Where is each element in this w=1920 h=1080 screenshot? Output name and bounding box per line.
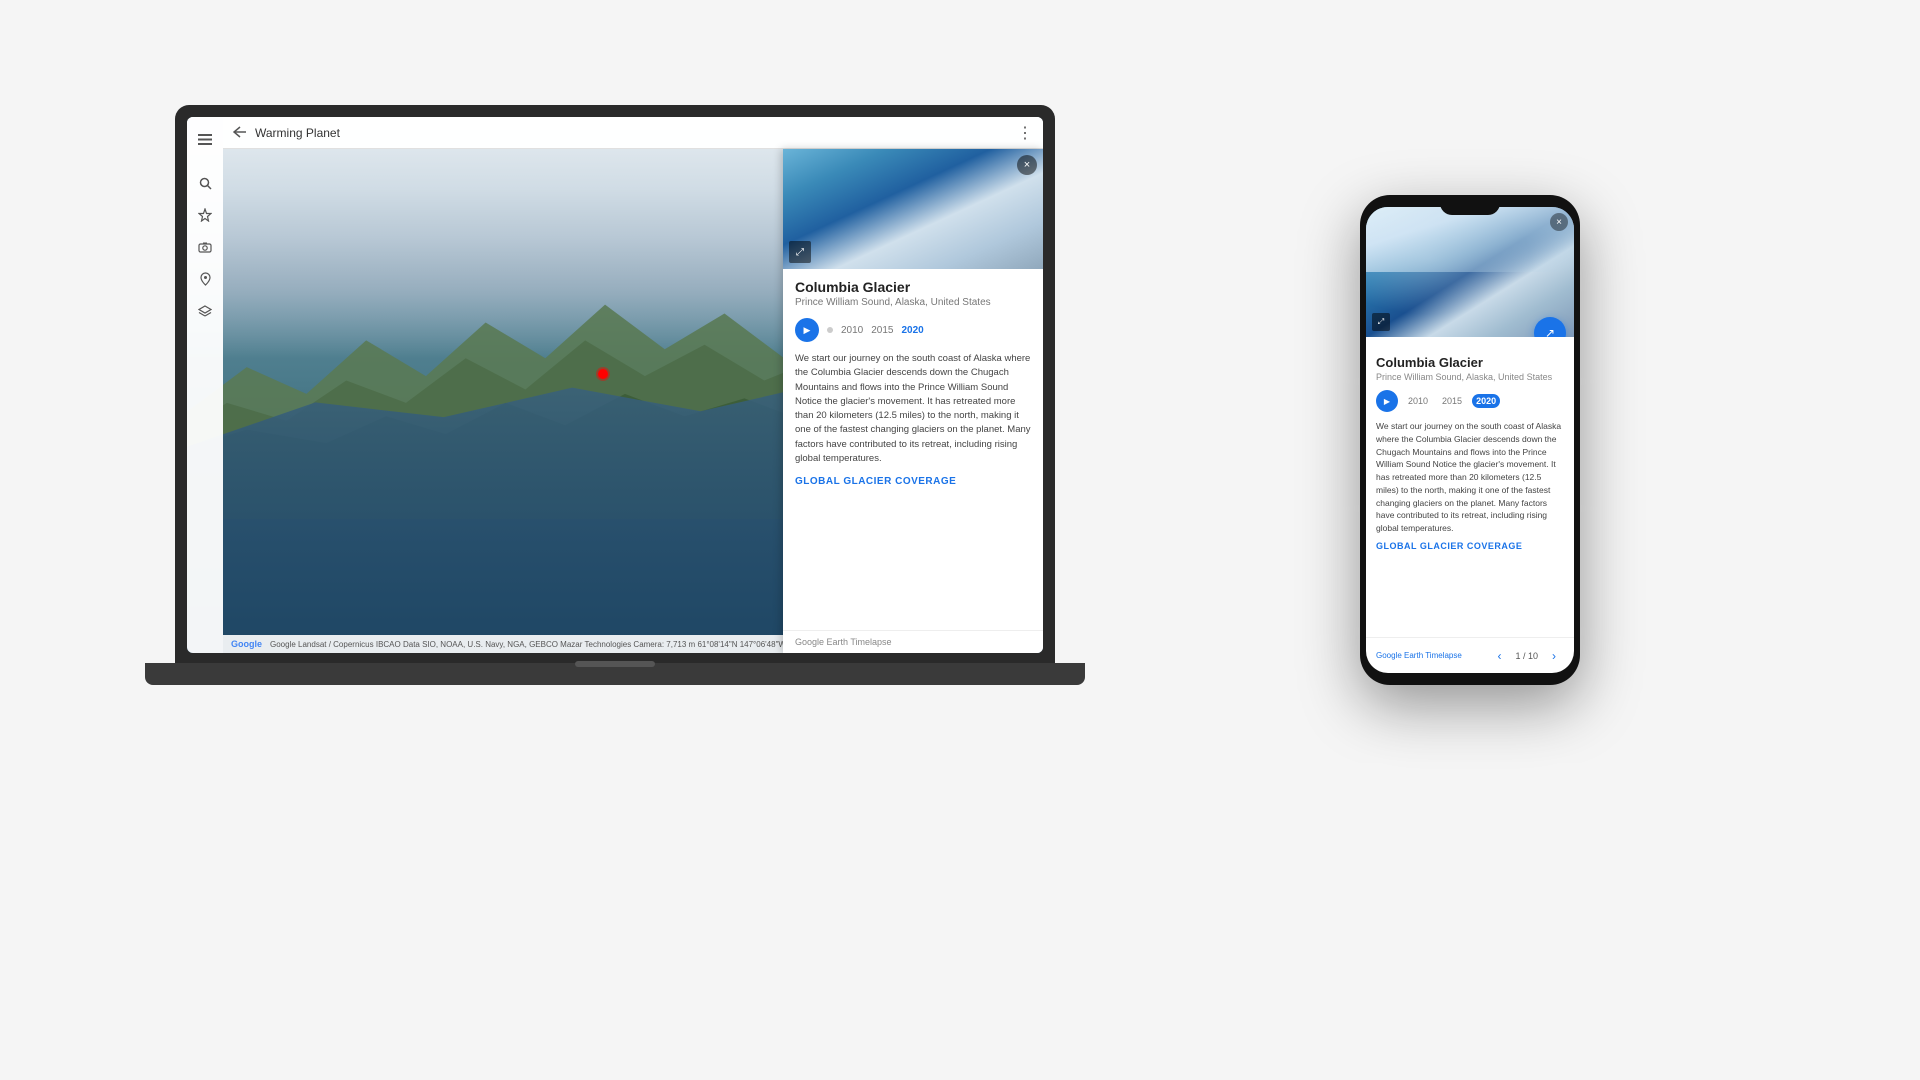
sidebar (187, 117, 223, 653)
camera-icon[interactable] (191, 233, 219, 261)
timeline-dot-1 (827, 327, 833, 333)
year-2020[interactable]: 2020 (902, 325, 924, 336)
year-2010[interactable]: 2010 (841, 325, 863, 336)
page-total: 10 (1528, 651, 1538, 661)
timeline-row: ▶ 2010 2015 2020 (795, 318, 1031, 342)
phone-glacier-location: Prince William Sound, Alaska, United Sta… (1376, 372, 1564, 382)
phone-footer-text: Google Earth Timelapse (1376, 651, 1462, 660)
phone-device: ⤢ × ↗ Columbia Glacier Prince William So… (1360, 195, 1580, 685)
phone-play-button[interactable]: ▶ (1376, 390, 1398, 412)
phone-glacier-link[interactable]: GLOBAL GLACIER COVERAGE (1376, 541, 1564, 551)
expand-image-button[interactable]: ⤢ (789, 241, 811, 263)
star-icon[interactable] (191, 201, 219, 229)
phone-year-2010[interactable]: 2010 (1404, 394, 1432, 408)
phone-close-button[interactable]: × (1550, 213, 1568, 231)
laptop-screen: Warming Planet ⋮ Google Google Landsat /… (187, 117, 1043, 653)
scene: Warming Planet ⋮ Google Google Landsat /… (0, 0, 1920, 1080)
glacier-name: Columbia Glacier (795, 279, 1031, 295)
phone-glacier-name: Columbia Glacier (1376, 355, 1564, 370)
phone-description: We start our journey on the south coast … (1376, 420, 1564, 535)
phone-header-image: ⤢ × ↗ (1366, 207, 1574, 337)
phone-year-2015[interactable]: 2015 (1438, 394, 1466, 408)
panel-image: ⤢ × (783, 149, 1043, 269)
page-current: 1 (1515, 651, 1520, 661)
panel-description: We start our journey on the south coast … (795, 352, 1031, 466)
laptop-base (145, 663, 1085, 685)
phone-notch (1440, 195, 1500, 215)
glacier-image (783, 149, 1043, 269)
timeline-dots (827, 327, 833, 333)
footer-text: Google Earth Timelapse (795, 637, 892, 647)
page-indicator: 1 / 10 (1515, 651, 1538, 661)
close-panel-button[interactable]: × (1017, 155, 1037, 175)
play-button[interactable]: ▶ (795, 318, 819, 342)
sidebar-menu-icon[interactable] (191, 125, 219, 153)
laptop-hinge (575, 661, 655, 667)
year-2015[interactable]: 2015 (871, 325, 893, 336)
status-text: Google Landsat / Copernicus IBCAO Data S… (270, 640, 806, 649)
prev-button[interactable]: ‹ (1489, 646, 1509, 666)
google-logo: Google (231, 639, 262, 649)
phone-timeline-row: ▶ 2010 2015 2020 (1376, 390, 1564, 412)
phone-expand-button[interactable]: ⤢ (1372, 313, 1390, 331)
phone-year-2020[interactable]: 2020 (1472, 394, 1500, 408)
laptop-body: Warming Planet ⋮ Google Google Landsat /… (175, 105, 1055, 665)
search-icon[interactable] (191, 169, 219, 197)
location-icon[interactable] (191, 265, 219, 293)
more-options-button[interactable]: ⋮ (1017, 123, 1033, 143)
phone-screen: ⤢ × ↗ Columbia Glacier Prince William So… (1366, 207, 1574, 673)
phone-content: Columbia Glacier Prince William Sound, A… (1366, 337, 1574, 559)
ice-texture (1366, 207, 1574, 272)
glacier-location: Prince William Sound, Alaska, United Sta… (795, 297, 1031, 308)
panel-footer: Google Earth Timelapse (783, 630, 1043, 653)
page-title: Warming Planet (255, 126, 340, 140)
back-button[interactable] (233, 125, 247, 141)
earth-interface: Warming Planet ⋮ Google Google Landsat /… (187, 117, 1043, 653)
info-panel-laptop: ⤢ × Columbia Glacier Prince William Soun… (783, 149, 1043, 653)
layers-icon[interactable] (191, 297, 219, 325)
panel-content: Columbia Glacier Prince William Sound, A… (783, 269, 1043, 630)
next-button[interactable]: › (1544, 646, 1564, 666)
phone-footer: Google Earth Timelapse ‹ 1 / 10 › (1366, 637, 1574, 673)
location-marker (598, 369, 608, 379)
phone-footer-nav: ‹ 1 / 10 › (1489, 646, 1564, 666)
topbar: Warming Planet ⋮ (223, 117, 1043, 149)
phone-body: ⤢ × ↗ Columbia Glacier Prince William So… (1360, 195, 1580, 685)
glacier-coverage-link[interactable]: GLOBAL GLACIER COVERAGE (795, 476, 1031, 487)
laptop-device: Warming Planet ⋮ Google Google Landsat /… (175, 105, 1055, 685)
